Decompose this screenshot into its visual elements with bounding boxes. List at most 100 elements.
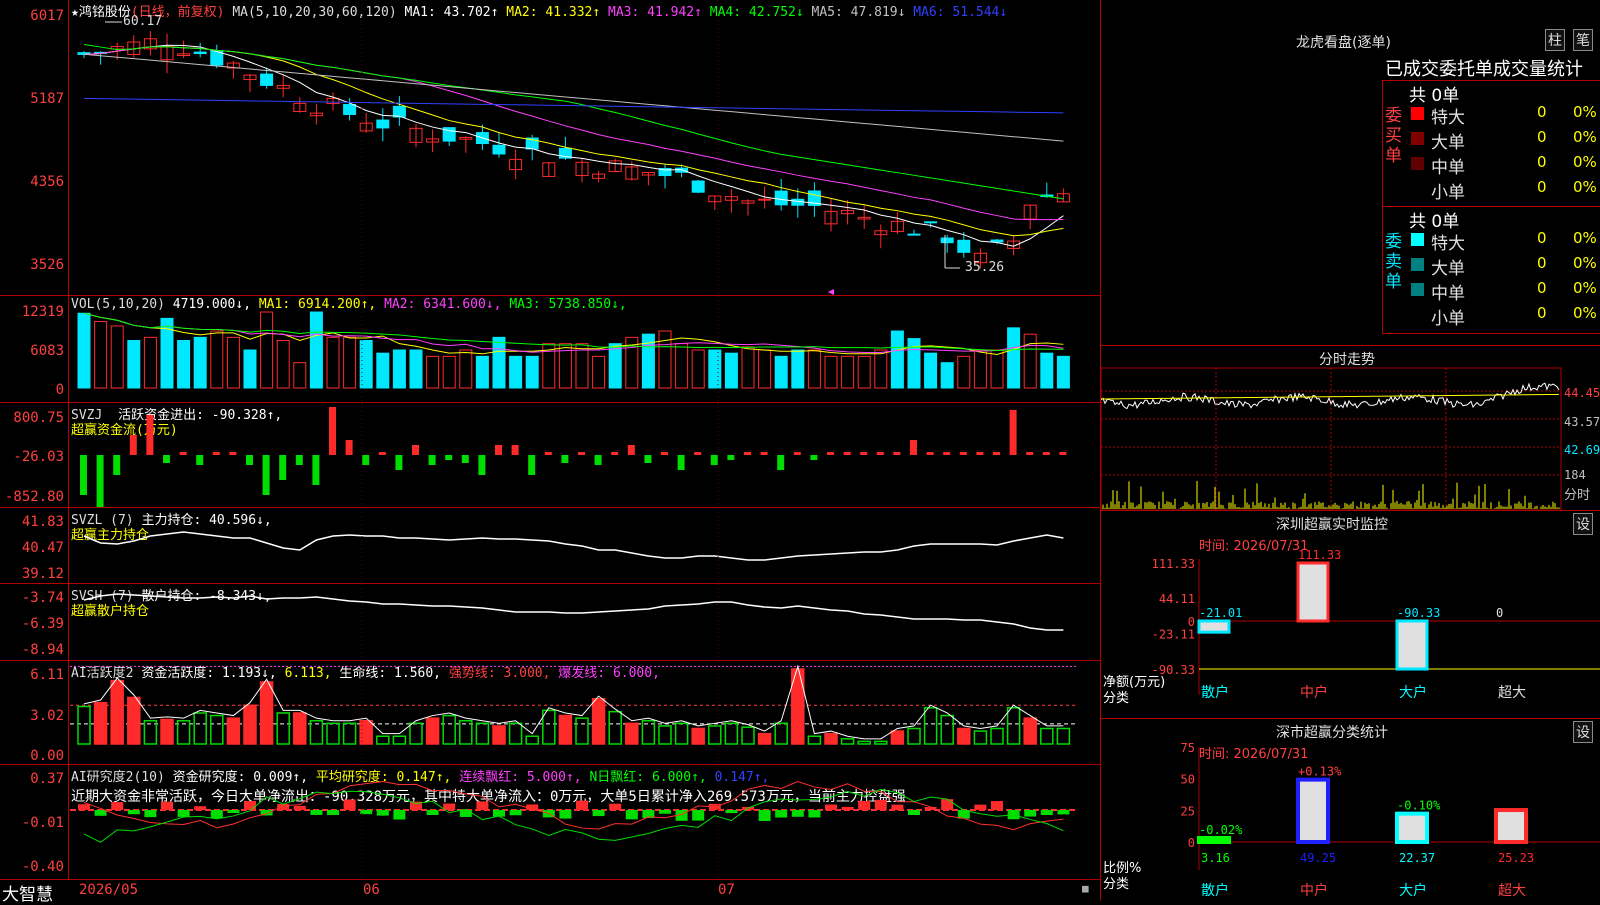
- flow-bar: [910, 440, 917, 455]
- order-count: 0: [1537, 254, 1547, 272]
- level-swatch: [1411, 182, 1424, 195]
- dragon-tiger-panel: 龙虎看盘(逐单) 柱 笔 已成交委托单成交量统计 委买单 共 0单 特大 0 0% 大…: [1100, 0, 1600, 345]
- flow-bar: [478, 455, 486, 475]
- flow-bar: [329, 407, 336, 455]
- research-bar: [277, 804, 290, 810]
- intraday-unit: 分时: [1564, 488, 1591, 503]
- flow-bar: [876, 452, 884, 455]
- active-bar: [508, 722, 523, 745]
- active-bar: [1056, 727, 1071, 745]
- monitor-xlabel: 分类: [1103, 691, 1130, 706]
- order-level-label: 小单: [1431, 309, 1465, 329]
- kline-panel[interactable]: 6017 5187 4356 3526 ★鸿铭股份(日线，前复权) MA(5,1…: [0, 0, 1100, 296]
- intraday-chart[interactable]: [1101, 346, 1600, 511]
- intraday-panel[interactable]: 分时走势 44.45 43.57 42.69 184 分时: [1100, 345, 1600, 511]
- ai-research-chart[interactable]: [0, 765, 1100, 879]
- order-percent: 0%: [1573, 229, 1597, 247]
- monitor-tick: 44.11: [1159, 592, 1195, 606]
- order-percent: 0%: [1573, 103, 1597, 121]
- flow-bar: [926, 452, 934, 455]
- volume-chart[interactable]: [0, 296, 1100, 402]
- flow-bar: [378, 452, 386, 455]
- volume-bar: [1007, 327, 1021, 389]
- research-bar: [111, 802, 124, 810]
- flow-bar: [196, 455, 204, 465]
- research-bar: [144, 810, 157, 818]
- brand-label[interactable]: 大智慧: [2, 880, 53, 905]
- volume-panel[interactable]: 12319 6083 0 VOL(5,10,20) 4719.000↓, MA1…: [0, 296, 1100, 403]
- bar-mode-button[interactable]: 柱: [1545, 29, 1565, 51]
- research-bar: [227, 810, 240, 814]
- lock-icon[interactable]: ■: [1082, 882, 1089, 895]
- volume-bar: [957, 355, 971, 389]
- active-bar: [359, 719, 373, 745]
- candle-body: [774, 190, 788, 206]
- ai-active-chart[interactable]: [0, 661, 1100, 764]
- active-bar: [957, 727, 971, 745]
- active-bar: [193, 712, 207, 745]
- svzj-chart[interactable]: [0, 403, 1100, 507]
- candle-body: [392, 105, 406, 118]
- active-bar: [807, 735, 822, 745]
- research-red-line: [83, 780, 1064, 831]
- flow-bar: [627, 445, 635, 455]
- monitor-category-label: 中户: [1300, 684, 1328, 701]
- active-bar: [376, 735, 390, 745]
- research-green-line: [83, 788, 1064, 843]
- svzj-panel[interactable]: 800.75 -26.03 -852.80 SVZJ 活跃资金进出: -90.3…: [0, 403, 1100, 508]
- volume-bar: [990, 349, 1004, 389]
- tick-mode-button[interactable]: 笔: [1573, 29, 1593, 51]
- volume-bar: [675, 343, 689, 389]
- x-label-may: 2026/05: [79, 882, 139, 898]
- x-label-jul: 07: [718, 882, 735, 898]
- svzl-panel[interactable]: 41.83 40.47 39.12 SVZL (7) 主力持仓: 40.596↓…: [0, 508, 1100, 584]
- flow-bar: [611, 452, 619, 455]
- research-bar: [991, 801, 1003, 810]
- monitor-bar: [1395, 619, 1429, 671]
- flow-bar: [295, 455, 303, 465]
- flow-bar: [146, 415, 154, 455]
- research-bar: [426, 810, 439, 816]
- ai-active-panel[interactable]: 6.11 3.02 0.00 AI活跃度2 资金活跃度: 1.193↓, 6.1…: [0, 661, 1100, 765]
- active-bar: [326, 722, 340, 745]
- order-count: 0: [1537, 103, 1547, 121]
- classify-category-label: 大户: [1399, 882, 1427, 899]
- flow-bar: [694, 452, 702, 455]
- svzl-chart[interactable]: [0, 508, 1100, 583]
- active-bar: [890, 730, 905, 745]
- research-bar: [1040, 810, 1053, 816]
- active-bar: [226, 717, 241, 745]
- kline-chart[interactable]: [0, 0, 1100, 295]
- research-bar: [592, 810, 605, 817]
- flow-bar: [428, 455, 436, 465]
- retail-line: [83, 593, 1064, 631]
- order-percent: 0%: [1573, 178, 1597, 196]
- candle-body: [957, 239, 971, 253]
- volume-bar: [791, 349, 805, 389]
- volume-bar: [973, 349, 987, 389]
- candle-body: [376, 119, 390, 129]
- research-bar: [1024, 810, 1037, 817]
- research-bar: [858, 800, 871, 810]
- flow-bar: [246, 455, 253, 465]
- volume-bar: [857, 355, 871, 389]
- research-bar: [576, 800, 588, 810]
- level-swatch: [1411, 132, 1424, 145]
- ai-research-panel[interactable]: 0.37 -0.01 -0.40 AI研究度2(10) 资金研究度: 0.009…: [0, 765, 1100, 880]
- flow-bar: [279, 455, 287, 480]
- flow-bar: [96, 455, 104, 507]
- research-bar: [974, 804, 987, 810]
- monitor-bar-chart: 111.33 44.11 0 -23.11 -90.33 -21.01 散户 111.33 中户…: [1152, 548, 1600, 701]
- research-bar: [1057, 810, 1070, 815]
- candle-body: [193, 51, 207, 55]
- volume-bar: [392, 349, 406, 389]
- research-bar: [609, 803, 622, 810]
- active-bar: [625, 722, 639, 745]
- level-swatch: [1411, 157, 1424, 170]
- candle-body: [924, 221, 938, 224]
- svsh-chart[interactable]: [0, 584, 1100, 660]
- svsh-panel[interactable]: -3.74 -6.39 -8.94 SVSH (7) 散户持仓: -8.343↓…: [0, 584, 1100, 661]
- active-bar: [658, 725, 672, 745]
- classify-tick: 50: [1181, 773, 1195, 787]
- flow-bar: [312, 455, 320, 485]
